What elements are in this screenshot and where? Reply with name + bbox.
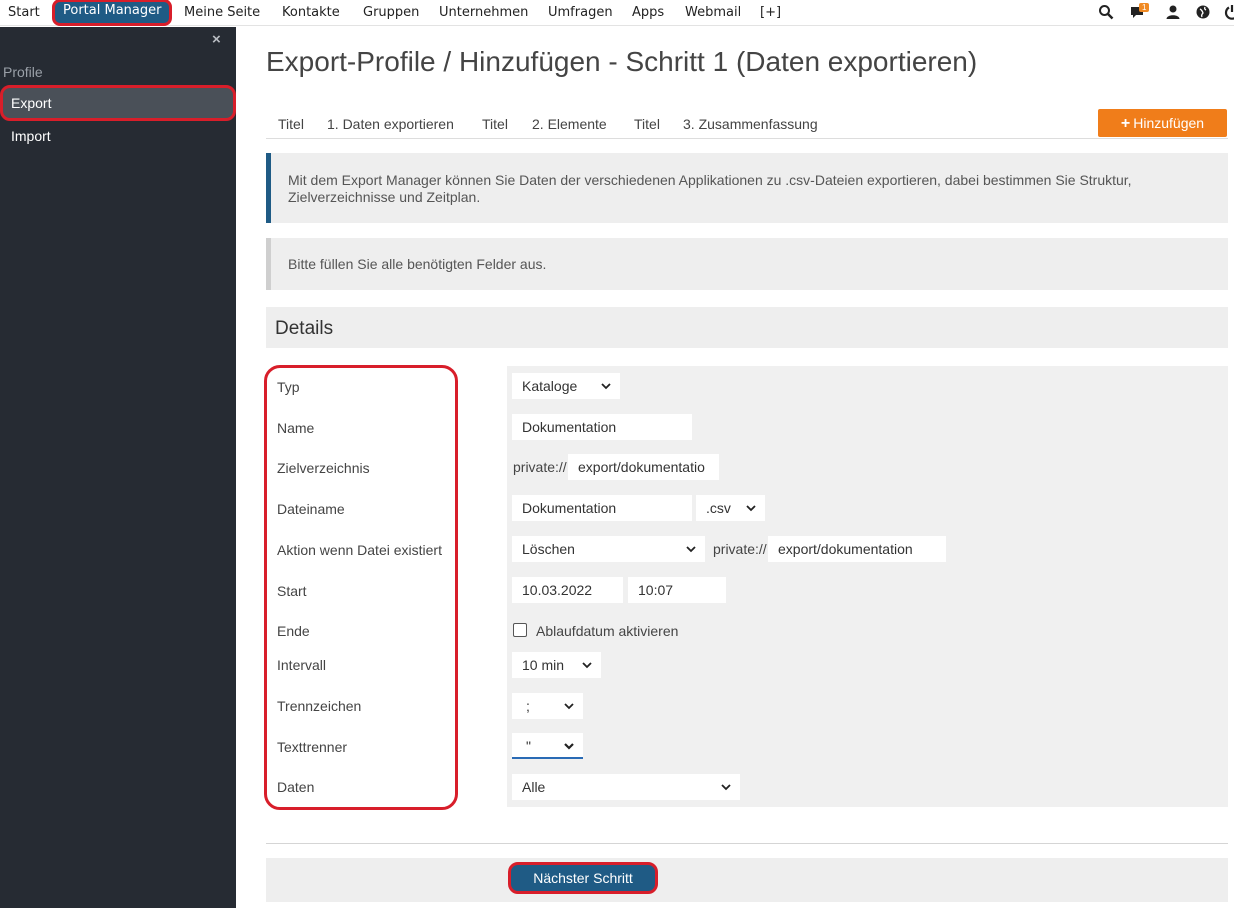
add-button-label: Hinzufügen (1133, 115, 1205, 131)
chevron-down-icon (686, 546, 696, 553)
sidebar: × Profile Export Import (0, 27, 236, 908)
dateiname-input[interactable]: Dokumentation (512, 495, 692, 521)
step-elemente[interactable]: 2. Elemente (532, 116, 607, 132)
typ-select[interactable]: Kataloge (512, 373, 620, 399)
globe-icon[interactable] (1195, 4, 1211, 20)
chevron-down-icon (564, 703, 574, 710)
nav-umfragen[interactable]: Umfragen (548, 0, 613, 26)
label-zielverzeichnis: Zielverzeichnis (277, 460, 370, 476)
label-ende: Ende (277, 623, 310, 639)
trennzeichen-value: ; (526, 698, 530, 714)
chevron-down-icon (721, 784, 731, 791)
plus-icon: + (1120, 115, 1131, 132)
aktion-prefix: private:// (713, 541, 767, 557)
label-daten: Daten (277, 779, 315, 795)
daten-select[interactable]: Alle (512, 774, 740, 800)
step-title-3: Titel (634, 116, 660, 132)
page-title: Export-Profile / Hinzufügen - Schritt 1 … (266, 46, 978, 77)
close-icon[interactable]: × (212, 31, 221, 48)
step-tabs: Titel 1. Daten exportieren Titel 2. Elem… (266, 110, 1228, 139)
texttrenner-value: " (526, 738, 531, 754)
ablaufdatum-checkbox[interactable] (513, 623, 527, 637)
nav-kontakte[interactable]: Kontakte (282, 0, 340, 26)
intervall-select[interactable]: 10 min (512, 652, 601, 678)
extension-select[interactable]: .csv (696, 495, 765, 521)
sidebar-item-export[interactable]: Export (0, 85, 236, 121)
typ-value: Kataloge (522, 378, 578, 394)
next-step-button[interactable]: Nächster Schritt (508, 862, 658, 894)
details-heading: Details (266, 307, 1228, 348)
nav-webmail[interactable]: Webmail (685, 0, 741, 26)
sidebar-item-import[interactable]: Import (0, 118, 236, 154)
info-box-description: Mit dem Export Manager können Sie Daten … (266, 153, 1228, 223)
step-title-2: Titel (482, 116, 508, 132)
aktion-value: Löschen (522, 541, 575, 557)
nav-add[interactable]: [+] (760, 0, 781, 26)
footer-bar (266, 858, 1228, 902)
notification-badge: 1 (1139, 3, 1150, 12)
top-navigation: Start Portal Manager Meine Seite Kontakt… (0, 0, 1234, 26)
label-intervall: Intervall (277, 657, 327, 673)
nav-meine-seite[interactable]: Meine Seite (184, 0, 260, 26)
form-fields: Kataloge Dokumentation private:// export… (507, 366, 1228, 807)
nav-apps[interactable]: Apps (632, 0, 664, 26)
label-typ: Typ (277, 379, 300, 395)
aktion-path-input[interactable]: export/dokumentation (768, 536, 946, 562)
user-icon[interactable] (1165, 4, 1181, 20)
name-input[interactable]: Dokumentation (512, 414, 692, 440)
chevron-down-icon (746, 505, 756, 512)
chevron-down-icon (564, 743, 574, 750)
start-date-input[interactable]: 10.03.2022 (512, 577, 623, 603)
step-daten-exportieren[interactable]: 1. Daten exportieren (327, 116, 454, 132)
daten-value: Alle (522, 779, 546, 795)
footer-divider (266, 843, 1228, 844)
ziel-prefix: private:// (513, 459, 567, 475)
label-texttrenner: Texttrenner (277, 739, 348, 755)
nav-portal-manager[interactable]: Portal Manager (52, 0, 173, 26)
label-trennzeichen: Trennzeichen (277, 698, 362, 714)
add-button[interactable]: + Hinzufügen (1098, 109, 1227, 137)
chevron-down-icon (601, 383, 611, 390)
nav-gruppen[interactable]: Gruppen (363, 0, 419, 26)
intervall-value: 10 min (522, 657, 565, 673)
step-title-1: Titel (278, 116, 304, 132)
chevron-down-icon (582, 662, 592, 669)
label-aktion: Aktion wenn Datei existiert (277, 542, 442, 558)
zielverzeichnis-input[interactable]: export/dokumentatio (568, 454, 719, 480)
sidebar-section-profile: Profile (3, 64, 43, 80)
nav-start[interactable]: Start (8, 0, 40, 26)
power-icon[interactable] (1224, 4, 1234, 20)
main-content: Export-Profile / Hinzufügen - Schritt 1 … (236, 27, 1234, 908)
aktion-select[interactable]: Löschen (512, 536, 705, 562)
texttrenner-select[interactable]: " (512, 733, 583, 759)
trennzeichen-select[interactable]: ; (512, 693, 583, 719)
step-zusammenfassung[interactable]: 3. Zusammenfassung (683, 116, 818, 132)
label-dateiname: Dateiname (277, 501, 345, 517)
form-labels: Typ Name Zielverzeichnis Dateiname Aktio… (266, 366, 496, 806)
nav-unternehmen[interactable]: Unternehmen (439, 0, 528, 26)
start-time-input[interactable]: 10:07 (628, 577, 726, 603)
search-icon[interactable] (1098, 4, 1114, 20)
extension-value: .csv (706, 500, 731, 516)
info-box-required: Bitte füllen Sie alle benötigten Felder … (266, 238, 1228, 290)
label-start: Start (277, 583, 307, 599)
label-name: Name (277, 420, 315, 436)
ablaufdatum-label[interactable]: Ablaufdatum aktivieren (536, 623, 678, 639)
